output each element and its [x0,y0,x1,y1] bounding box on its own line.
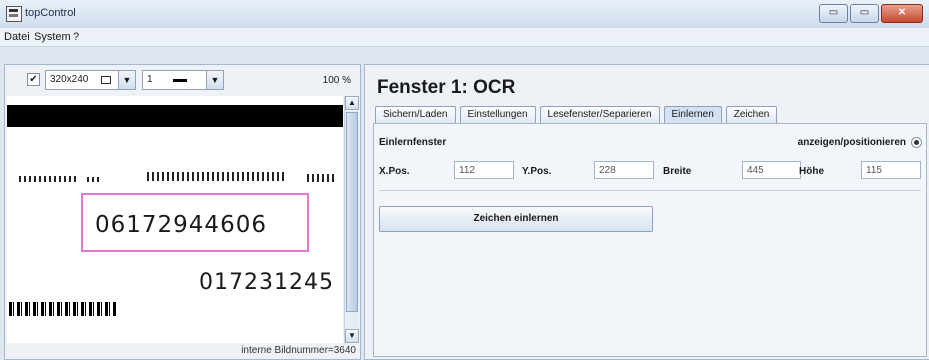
window-title: topControl [25,7,76,19]
scroll-up-icon[interactable]: ▲ [345,96,359,110]
section-label: Einlernfenster [379,137,447,148]
xpos-label: X.Pos. [379,166,410,177]
menu-datei[interactable]: Datei [4,31,30,43]
image-marks [307,174,337,182]
learn-characters-button[interactable]: Zeichen einlernen [379,206,653,232]
show-image-checkbox[interactable]: ✔ [27,73,40,86]
close-button[interactable]: ✕ [881,4,923,23]
xpos-field[interactable]: 112 [454,161,514,179]
app-icon [6,6,22,22]
image-marks [19,176,79,182]
resolution-value: 320x240 [50,74,89,85]
tab-zeichen[interactable]: Zeichen [725,106,778,123]
einlernen-tab-content: Einlernfenster anzeigen/positionieren X.… [373,123,927,357]
ypos-field[interactable]: 228 [594,161,654,179]
scroll-thumb[interactable] [346,112,358,312]
line-icon [173,79,187,82]
image-marks [147,172,287,181]
chevron-down-icon: ▼ [206,71,223,89]
page-title: Fenster 1: OCR [377,77,516,98]
divider [379,190,921,191]
minimize-button[interactable]: ▭ [819,4,848,23]
line-width-value: 1 [147,74,153,85]
menu-help[interactable]: ? [73,31,79,43]
camera-image[interactable]: 06172944606 017231245 [7,96,343,343]
tab-einlernen[interactable]: Einlernen [663,106,722,123]
image-toolbar: ✔ 320x240 ▼ 1 ▼ 100 % [5,65,360,95]
resolution-combo[interactable]: 320x240 ▼ [45,70,136,90]
maximize-button[interactable]: ▭ [850,4,879,23]
chevron-down-icon: ▼ [118,71,135,89]
hoehe-field[interactable]: 115 [861,161,921,179]
menu-bar: Datei System ? [0,28,929,47]
hoehe-label: Höhe [799,166,824,177]
tab-sichern-laden[interactable]: Sichern/Laden [375,106,456,123]
rect-icon [101,76,111,84]
show-position-radio[interactable] [911,137,922,148]
secondary-number: 017231245 [199,270,334,295]
tab-bar: Sichern/Laden Einstellungen Lesefenster/… [375,106,778,123]
ypos-label: Y.Pos. [522,166,552,177]
image-marks [87,177,99,182]
tab-lesefenster-separieren[interactable]: Lesefenster/Separieren [539,106,660,123]
title-bar: topControl ▭ ▭ ✕ [0,0,929,29]
window-controls: ▭ ▭ ✕ [819,4,923,23]
ocr-config-panel: Fenster 1: OCR Sichern/Laden Einstellung… [364,64,929,360]
menu-system[interactable]: System [34,31,71,43]
line-width-combo[interactable]: 1 ▼ [142,70,224,90]
tab-einstellungen[interactable]: Einstellungen [459,106,536,123]
show-position-label: anzeigen/positionieren [797,137,906,148]
image-black-bar [7,105,343,127]
image-scrollbar[interactable]: ▲ ▼ [344,96,359,343]
zoom-level: 100 % [322,75,351,86]
scroll-down-icon[interactable]: ▼ [345,329,359,343]
barcode [9,302,117,316]
breite-label: Breite [663,166,692,177]
image-panel: ✔ 320x240 ▼ 1 ▼ 100 % 06172944606 017231… [4,64,361,360]
breite-field[interactable]: 445 [742,161,801,179]
ocr-number: 06172944606 [95,212,267,238]
frame-number-label: interne Bildnummer=3640 [241,345,356,356]
